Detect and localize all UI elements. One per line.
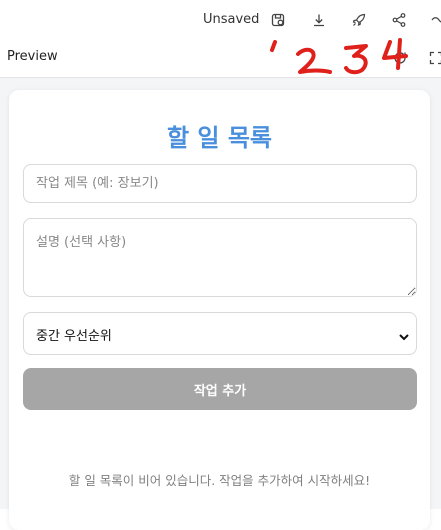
add-task-button[interactable]: 작업 추가 [23, 368, 417, 410]
task-title-input[interactable] [23, 164, 417, 203]
deploy-rocket-icon[interactable] [351, 12, 367, 28]
preview-canvas: 할 일 목록 중간 우선순위 작업 추가 할 일 목록이 비어 있습니다. 작업… [0, 78, 441, 530]
task-description-textarea[interactable] [23, 218, 417, 297]
priority-select[interactable]: 중간 우선순위 [23, 312, 417, 355]
save-status: Unsaved [203, 12, 260, 27]
share-icon[interactable] [391, 12, 407, 28]
app-title: 할 일 목록 [166, 124, 273, 152]
handwritten-annotation [270, 38, 408, 75]
priority-selected-value: 중간 우선순위 [36, 329, 112, 344]
empty-state-message: 할 일 목록이 비어 있습니다. 작업을 추가하여 시작하세요! [68, 473, 371, 488]
todo-card: 할 일 목록 중간 우선순위 작업 추가 할 일 목록이 비어 있습니다. 작업… [9, 90, 430, 530]
more-icon[interactable] [430, 12, 441, 28]
preview-label: Preview [7, 49, 58, 64]
download-icon[interactable] [311, 12, 327, 28]
chevron-down-icon [398, 328, 410, 341]
top-toolbar: Unsaved [0, 0, 441, 41]
save-draft-icon[interactable] [270, 12, 286, 28]
expand-icon[interactable] [428, 50, 441, 66]
